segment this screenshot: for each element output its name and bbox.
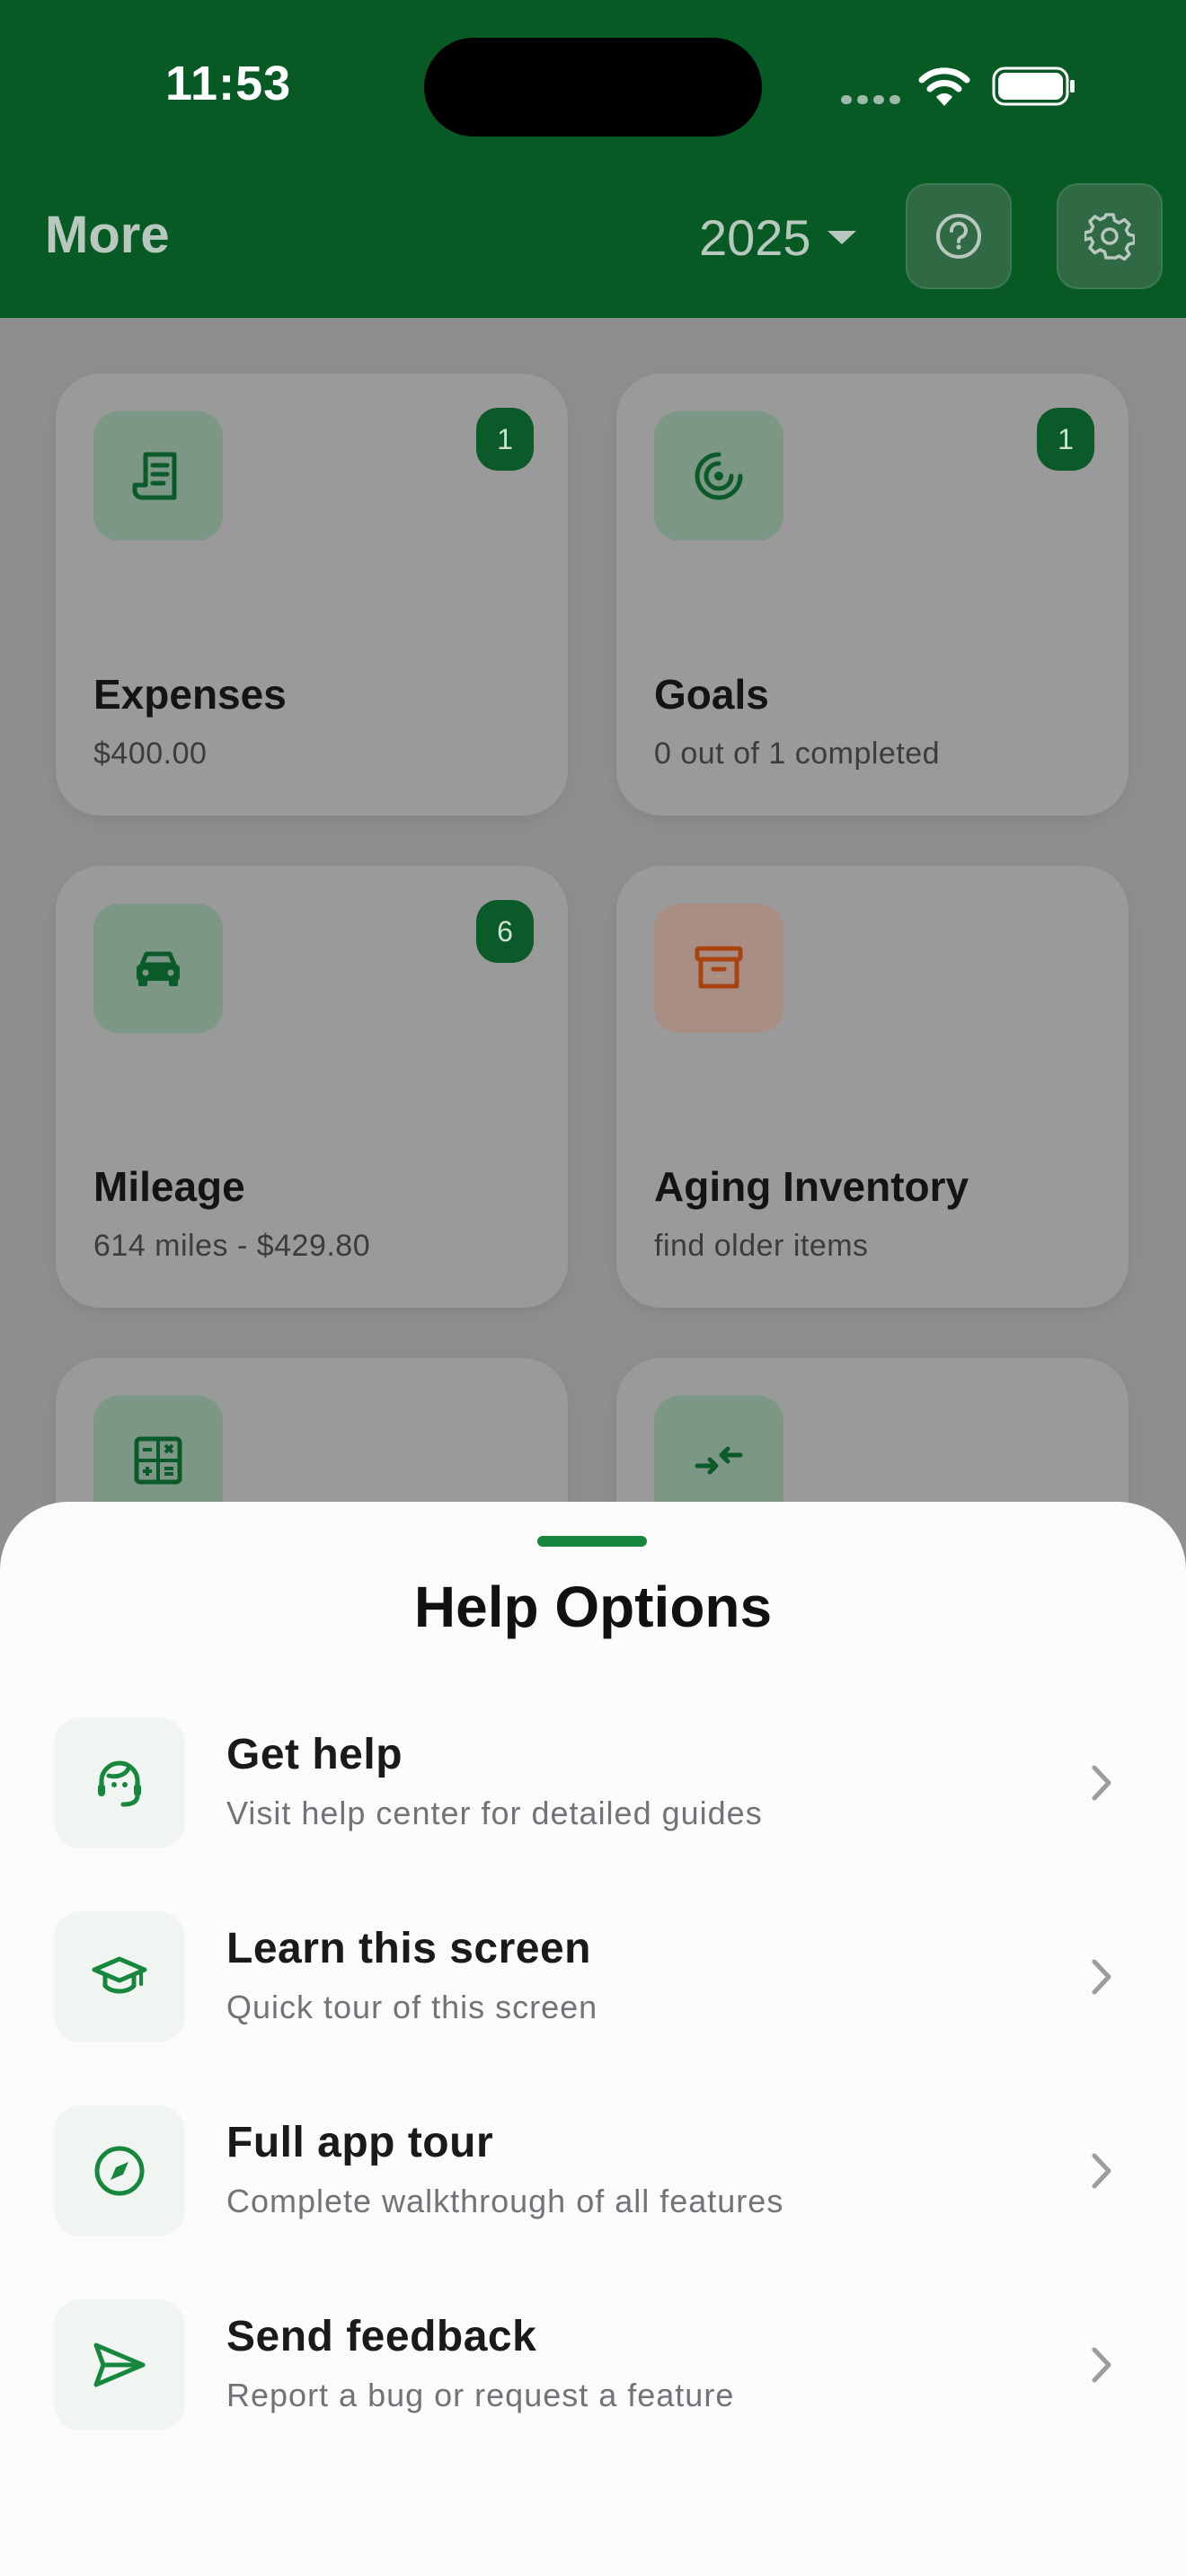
option-title: Get help <box>226 1731 403 1778</box>
option-subtitle: Quick tour of this screen <box>226 1989 598 2025</box>
dynamic-island <box>424 38 762 137</box>
mileage-card[interactable]: 6 Mileage 614 miles - $429.80 <box>56 866 568 1308</box>
option-subtitle: Report a bug or request a feature <box>226 2377 735 2413</box>
chevron-right-icon <box>1092 2153 1111 2189</box>
goals-badge: 1 <box>1037 408 1094 471</box>
card-title: Mileage <box>93 1163 245 1210</box>
send-icon <box>54 2299 185 2430</box>
cellular-signal-icon <box>841 95 902 106</box>
option-title: Full app tour <box>226 2119 494 2166</box>
option-title: Send feedback <box>226 2313 537 2360</box>
expenses-card[interactable]: 1 Expenses $400.00 <box>56 374 568 816</box>
card-subtitle: 614 miles - $429.80 <box>93 1229 371 1263</box>
gear-icon <box>1084 213 1135 261</box>
archive-icon <box>654 904 783 1033</box>
top-bar: 11:53 More 2025 <box>0 0 1186 318</box>
card-subtitle: find older items <box>654 1229 869 1263</box>
battery-icon <box>992 66 1075 106</box>
option-full-app-tour[interactable]: Full app tour Complete walkthrough of al… <box>54 2105 1132 2236</box>
card-title: Aging Inventory <box>654 1163 969 1210</box>
card-title: Goals <box>654 671 769 718</box>
sheet-drag-handle[interactable] <box>537 1536 647 1547</box>
compass-icon <box>54 2105 185 2236</box>
chevron-right-icon <box>1092 1765 1111 1801</box>
car-icon <box>93 904 223 1033</box>
option-title: Learn this screen <box>226 1925 591 1972</box>
caret-down-icon <box>827 230 856 244</box>
card-subtitle: $400.00 <box>93 737 208 771</box>
card-subtitle: 0 out of 1 completed <box>654 737 941 771</box>
option-get-help[interactable]: Get help Visit help center for detailed … <box>54 1717 1132 1848</box>
aging-inventory-card[interactable]: Aging Inventory find older items <box>616 866 1128 1308</box>
card-title: Expenses <box>93 671 287 718</box>
sheet-title: Help Options <box>413 1575 773 1639</box>
option-send-feedback[interactable]: Send feedback Report a bug or request a … <box>54 2299 1132 2430</box>
year-value: 2025 <box>699 208 811 266</box>
headset-icon <box>54 1717 185 1848</box>
help-options-sheet: Help Options Get help Visit help center … <box>0 1502 1186 2576</box>
settings-button[interactable] <box>1057 183 1163 289</box>
option-learn-screen[interactable]: Learn this screen Quick tour of this scr… <box>54 1911 1132 2042</box>
question-circle-icon <box>936 214 981 259</box>
option-subtitle: Visit help center for detailed guides <box>226 1795 763 1831</box>
expenses-badge: 1 <box>476 408 534 471</box>
mileage-badge: 6 <box>476 900 534 963</box>
receipt-icon <box>93 411 223 541</box>
wifi-icon <box>918 67 970 106</box>
target-icon <box>654 411 783 541</box>
graduation-cap-icon <box>54 1911 185 2042</box>
chevron-right-icon <box>1092 1959 1111 1995</box>
goals-card[interactable]: 1 Goals 0 out of 1 completed <box>616 374 1128 816</box>
chevron-right-icon <box>1092 2347 1111 2383</box>
year-selector[interactable]: 2025 <box>699 201 856 273</box>
status-time: 11:53 <box>165 57 292 110</box>
help-button[interactable] <box>906 183 1012 289</box>
option-subtitle: Complete walkthrough of all features <box>226 2183 784 2219</box>
page-title: More <box>45 206 170 264</box>
